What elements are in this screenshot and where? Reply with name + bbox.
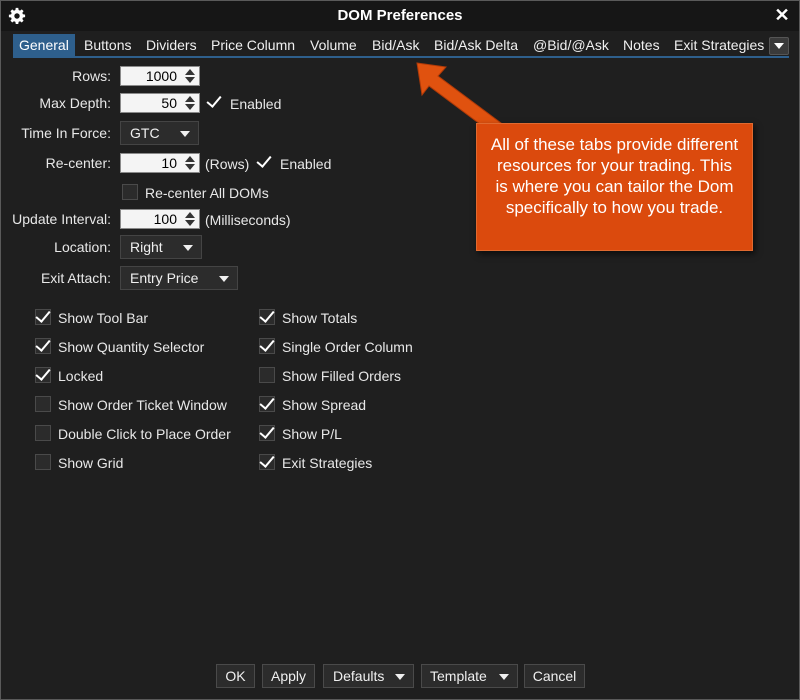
callout-text: All of these tabs provide different reso…: [490, 135, 739, 217]
dom-preferences-window: DOM Preferences ✕ General Buttons Divide…: [0, 0, 800, 700]
tutorial-callout: All of these tabs provide different reso…: [476, 123, 753, 251]
callout-arrow-icon: [416, 62, 510, 140]
